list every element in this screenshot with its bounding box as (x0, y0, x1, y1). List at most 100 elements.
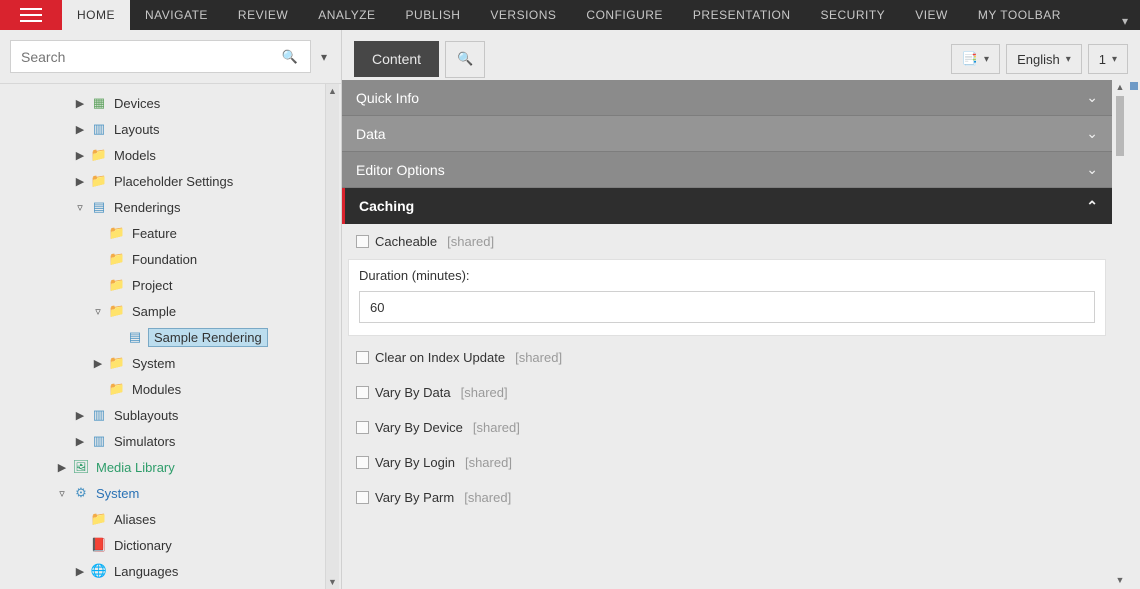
tree-item[interactable]: 📕Dictionary (6, 532, 341, 558)
scroll-thumb[interactable] (1116, 96, 1124, 156)
tree-item[interactable]: 📁Foundation (6, 246, 341, 272)
search-icon[interactable]: 🔍 (280, 49, 300, 65)
field-clear-on-index: Clear on Index Update [shared] (342, 340, 1112, 375)
ribbon-tab-analyze[interactable]: ANALYZE (303, 0, 390, 30)
field-cacheable: Cacheable [shared] (342, 224, 1112, 259)
tree-item-label: Media Library (94, 459, 177, 476)
tree-item[interactable]: 📁Aliases (6, 506, 341, 532)
duration-input[interactable]: 60 (359, 291, 1095, 323)
section-editor-options[interactable]: Editor Options ⌄ (342, 152, 1112, 188)
field-label: Clear on Index Update (375, 350, 505, 365)
ribbon-tab-configure[interactable]: CONFIGURE (571, 0, 678, 30)
ribbon-tab-view[interactable]: VIEW (900, 0, 963, 30)
folder-icon: 📁 (108, 303, 126, 319)
editor-scrollbar[interactable]: ▲ ▼ (1114, 82, 1126, 587)
validation-marker[interactable] (1130, 82, 1138, 90)
expand-icon[interactable]: ▶ (56, 461, 68, 474)
shared-tag: [shared] (464, 490, 511, 505)
tree-item[interactable]: ▶🌐Languages (6, 558, 341, 584)
version-label: 1 (1099, 52, 1106, 67)
editor-search-button[interactable]: 🔍 (445, 41, 485, 78)
expand-icon[interactable]: ▶ (74, 565, 86, 578)
system-icon: ⚙ (72, 485, 90, 501)
tree-item-label: Simulators (112, 433, 177, 450)
checkbox-clear-on-index[interactable] (356, 351, 369, 364)
editor-pane: Content 🔍 📑 ▾ English ▾ 1 ▾ Quick Info (342, 30, 1140, 589)
language-selector[interactable]: English ▾ (1006, 44, 1082, 74)
lang-icon: 🌐 (90, 563, 108, 579)
expand-icon[interactable]: ▿ (92, 305, 104, 318)
tree-item[interactable]: ▶🖼Media Library (6, 454, 341, 480)
folder-icon: 📁 (108, 355, 126, 371)
expand-icon[interactable]: ▶ (74, 175, 86, 188)
ribbon-tab-mytoolbar[interactable]: MY TOOLBAR (963, 0, 1076, 30)
expand-icon[interactable]: ▿ (56, 487, 68, 500)
tab-content[interactable]: Content (354, 41, 439, 77)
scroll-up-icon[interactable]: ▲ (1114, 82, 1126, 94)
chevron-down-icon: ⌄ (1086, 89, 1098, 106)
version-selector[interactable]: 1 ▾ (1088, 44, 1128, 74)
scroll-up-icon[interactable]: ▲ (326, 84, 339, 98)
ribbon-tab-navigate[interactable]: NAVIGATE (130, 0, 223, 30)
tree-item[interactable]: ▤Sample Rendering (6, 324, 341, 350)
tree-item[interactable]: ▶📁Models (6, 142, 341, 168)
scroll-down-icon[interactable]: ▼ (326, 575, 339, 589)
section-data[interactable]: Data ⌄ (342, 116, 1112, 152)
checkbox-vary-by-device[interactable] (356, 421, 369, 434)
field-label: Vary By Parm (375, 490, 454, 505)
menu-button[interactable] (0, 0, 62, 30)
tree-item[interactable]: ▶📁System (6, 350, 341, 376)
tree-item[interactable]: ▶📁Placeholder Settings (6, 168, 341, 194)
field-label: Vary By Login (375, 455, 455, 470)
ribbon-tab-security[interactable]: SECURITY (806, 0, 901, 30)
section-quick-info[interactable]: Quick Info ⌄ (342, 80, 1112, 116)
checkbox-vary-by-data[interactable] (356, 386, 369, 399)
field-label: Vary By Data (375, 385, 451, 400)
expand-icon[interactable]: ▶ (74, 435, 86, 448)
tree-item[interactable]: 📁Feature (6, 220, 341, 246)
checkbox-cacheable[interactable] (356, 235, 369, 248)
expand-icon[interactable]: ▿ (74, 201, 86, 214)
tree-item-label: Sample (130, 303, 178, 320)
expand-icon[interactable]: ▶ (92, 357, 104, 370)
tree-search-bar: 🔍 ▾ (0, 30, 341, 84)
ribbon-tab-review[interactable]: REVIEW (223, 0, 303, 30)
tree-pane: 🔍 ▾ ▶▦Devices▶▥Layouts▶📁Models▶📁Placehol… (0, 30, 342, 589)
ribbon-tab-publish[interactable]: PUBLISH (391, 0, 476, 30)
tree-item[interactable]: ▿ 📁Sample (6, 298, 341, 324)
tree-item-label: Foundation (130, 251, 199, 268)
folder-icon: 📁 (90, 173, 108, 189)
search-dropdown-icon[interactable]: ▾ (311, 46, 331, 68)
ribbon-tab-home[interactable]: HOME (62, 0, 130, 30)
ribbon-collapse-icon[interactable]: ▾ (1122, 14, 1128, 28)
chevron-down-icon: ▾ (1066, 54, 1071, 65)
navigate-button[interactable]: 📑 ▾ (951, 44, 1000, 74)
shared-tag: [shared] (515, 350, 562, 365)
tree-item[interactable]: ▶▥Layouts (6, 116, 341, 142)
tree-item[interactable]: ▶▦Devices (6, 90, 341, 116)
expand-icon[interactable]: ▶ (74, 97, 86, 110)
ribbon-tab-presentation[interactable]: PRESENTATION (678, 0, 806, 30)
folder-icon: 📁 (108, 225, 126, 241)
section-caching[interactable]: Caching ⌃ (342, 188, 1112, 224)
tree-item[interactable]: ▶▥Sublayouts (6, 402, 341, 428)
expand-icon[interactable]: ▶ (74, 409, 86, 422)
section-title: Quick Info (356, 90, 419, 106)
checkbox-vary-by-login[interactable] (356, 456, 369, 469)
tree-item[interactable]: ▿⚙System (6, 480, 341, 506)
tree-search-wrap[interactable]: 🔍 (10, 40, 311, 73)
ribbon-tab-versions[interactable]: VERSIONS (475, 0, 571, 30)
field-duration: Duration (minutes): 60 (342, 259, 1112, 340)
expand-icon[interactable]: ▶ (74, 149, 86, 162)
tree-item[interactable]: ▶▥Simulators (6, 428, 341, 454)
tree-item[interactable]: 📁Modules (6, 376, 341, 402)
expand-icon[interactable]: ▶ (74, 123, 86, 136)
scroll-down-icon[interactable]: ▼ (1114, 575, 1126, 587)
tree-item[interactable]: 📁Project (6, 272, 341, 298)
checkbox-vary-by-parm[interactable] (356, 491, 369, 504)
editor-inner: Quick Info ⌄ Data ⌄ Editor Options ⌄ Cac… (342, 80, 1112, 589)
search-input[interactable] (21, 49, 280, 65)
tree-item[interactable]: ▿▤Renderings (6, 194, 341, 220)
tree-scrollbar[interactable]: ▲ ▼ (325, 84, 339, 589)
workspace: 🔍 ▾ ▶▦Devices▶▥Layouts▶📁Models▶📁Placehol… (0, 30, 1140, 589)
